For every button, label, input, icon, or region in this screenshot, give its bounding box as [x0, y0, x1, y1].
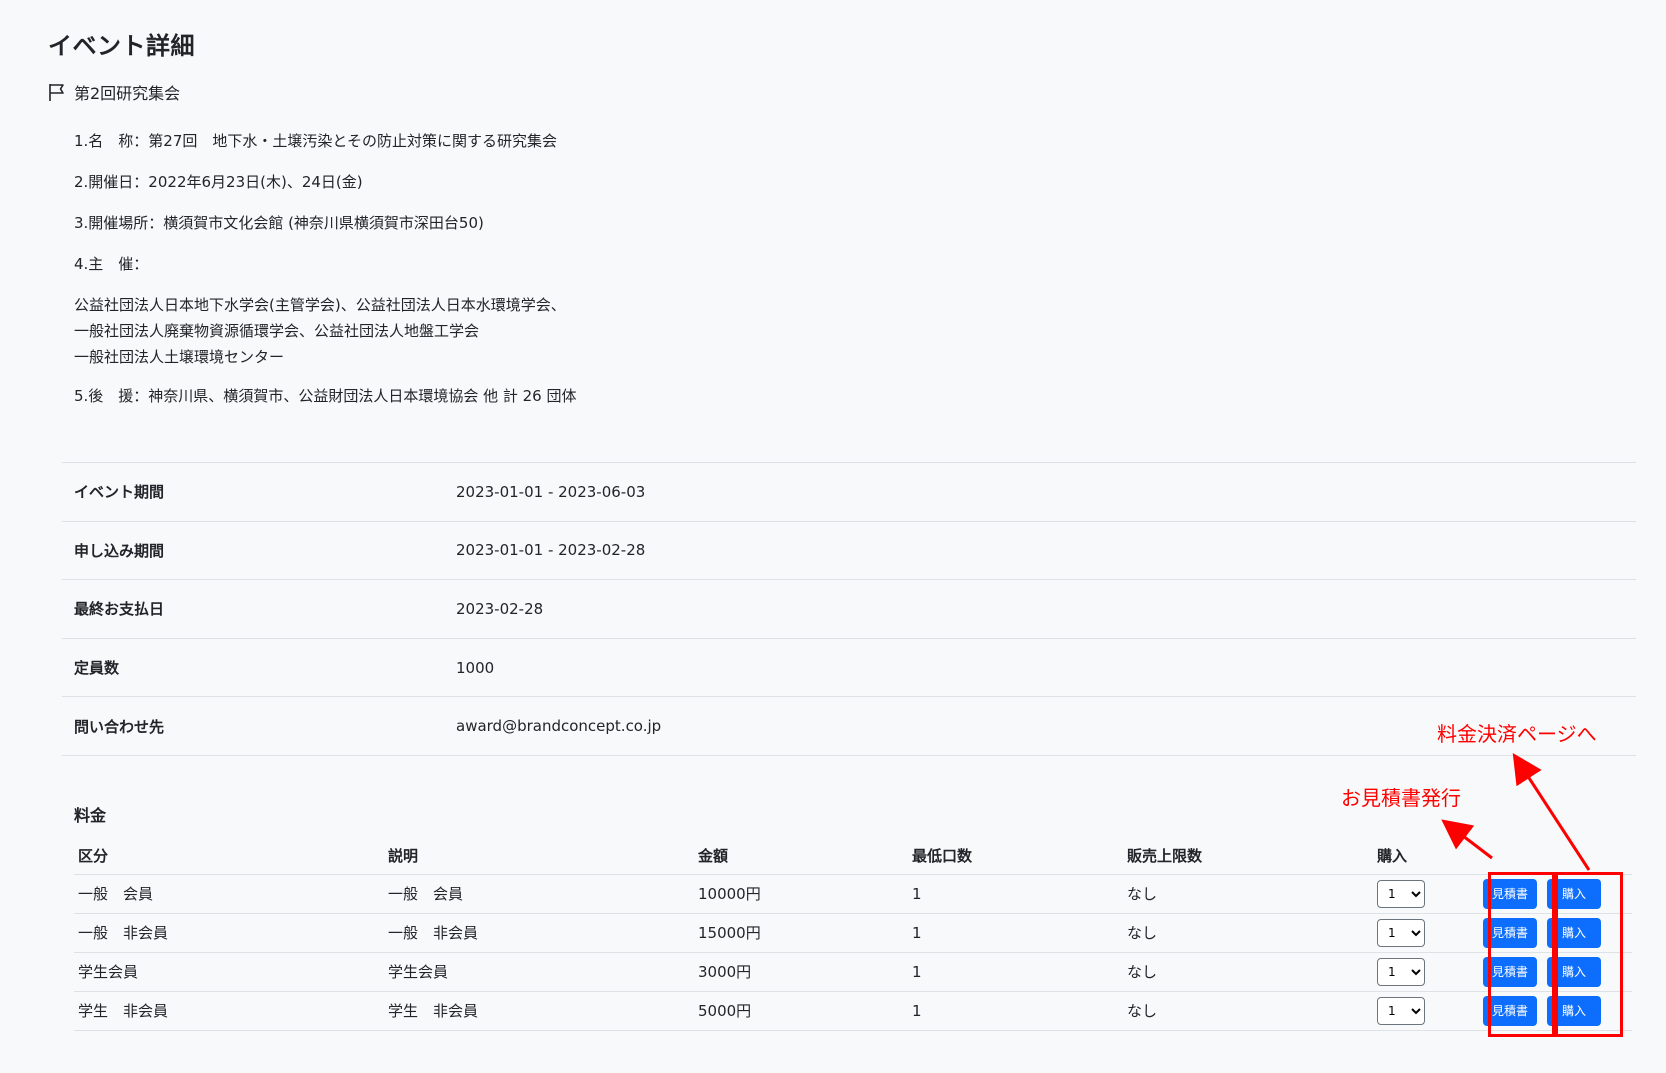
col-sales-limit: 販売上限数 — [1123, 838, 1373, 875]
info-row: イベント期間 2023-01-01 - 2023-06-03 — [62, 462, 1636, 522]
info-label: イベント期間 — [74, 483, 165, 502]
info-value: 2023-01-01 - 2023-02-28 — [456, 541, 646, 560]
desc-organizer-label: 4.主 催： — [74, 255, 149, 273]
fee-description: 学生会員 — [384, 952, 694, 992]
info-row: 定員数 1000 — [62, 638, 1636, 697]
fee-price: 15000円 — [694, 913, 908, 953]
flag-icon — [49, 84, 64, 101]
quantity-select[interactable]: 1 — [1377, 918, 1425, 947]
organizer-line: 一般社団法人廃棄物資源循環学会、公益社団法人地盤工学会 — [74, 322, 480, 340]
fee-category: 一般 会員 — [74, 874, 384, 914]
info-label: 問い合わせ先 — [74, 717, 165, 736]
col-min-units: 最低口数 — [908, 838, 1123, 875]
quantity-select[interactable]: 1 — [1377, 879, 1425, 908]
fee-category: 学生 非会員 — [74, 991, 384, 1031]
event-info-table: イベント期間 2023-01-01 - 2023-06-03 申し込み期間 20… — [62, 462, 1636, 756]
fee-min-units: 1 — [908, 991, 1123, 1031]
page-title: イベント詳細 — [48, 32, 195, 60]
qty-cell: 1 — [1373, 913, 1479, 953]
fee-section-title: 料金 — [74, 806, 107, 825]
info-value: 2023-02-28 — [456, 599, 544, 618]
info-label: 最終お支払日 — [74, 600, 165, 619]
col-description: 説明 — [384, 838, 694, 875]
fee-row: 学生 非会員 学生 非会員 5000円 1 なし 1 見積書 購入 — [74, 991, 1632, 1031]
info-label: 申し込み期間 — [74, 541, 165, 560]
desc-date: 2.開催日：2022年6月23日(木)、24日(金) — [74, 173, 363, 191]
col-quote-action — [1479, 838, 1543, 875]
organizer-line: 公益社団法人日本地下水学会(主管学会)、公益社団法人日本水環境学会、 — [74, 296, 566, 314]
fee-row: 一般 会員 一般 会員 10000円 1 なし 1 見積書 購入 — [74, 874, 1632, 914]
event-name: 第2回研究集会 — [48, 80, 180, 104]
info-row: 最終お支払日 2023-02-28 — [62, 579, 1636, 639]
fee-sales-limit: なし — [1123, 913, 1373, 953]
quote-highlight-box — [1488, 872, 1555, 1037]
fee-min-units: 1 — [908, 913, 1123, 953]
fee-price: 5000円 — [694, 991, 908, 1031]
fee-category: 一般 非会員 — [74, 913, 384, 953]
info-row: 申し込み期間 2023-01-01 - 2023-02-28 — [62, 521, 1636, 580]
fee-sales-limit: なし — [1123, 874, 1373, 914]
info-value: 2023-01-01 - 2023-06-03 — [456, 482, 646, 501]
event-name-label: 第2回研究集会 — [74, 84, 181, 103]
fee-sales-limit: なし — [1123, 991, 1373, 1031]
fee-price: 3000円 — [694, 952, 908, 992]
col-price: 金額 — [694, 838, 908, 875]
organizer-line: 一般社団法人土壌環境センター — [74, 348, 285, 366]
fee-min-units: 1 — [908, 952, 1123, 992]
desc-name: 1.名 称：第27回 地下水・土壌汚染とその防止対策に関する研究集会 — [74, 132, 557, 150]
col-category: 区分 — [74, 838, 384, 875]
desc-organizers: 公益社団法人日本地下水学会(主管学会)、公益社団法人日本水環境学会、 一般社団法… — [74, 292, 576, 370]
fee-sales-limit: なし — [1123, 952, 1373, 992]
fee-row: 学生会員 学生会員 3000円 1 なし 1 見積書 購入 — [74, 952, 1632, 992]
payment-annotation: 料金決済ページへ — [1437, 722, 1597, 746]
fee-price: 10000円 — [694, 874, 908, 914]
quote-annotation: お見積書発行 — [1341, 786, 1461, 810]
qty-cell: 1 — [1373, 991, 1479, 1031]
fee-category: 学生会員 — [74, 952, 384, 992]
info-row: 問い合わせ先 award@brandconcept.co.jp — [62, 696, 1636, 756]
desc-support: 5.後 援：神奈川県、横須賀市、公益財団法人日本環境協会 他 計 26 団体 — [74, 387, 577, 405]
col-purchase: 購入 — [1373, 838, 1479, 875]
quantity-select[interactable]: 1 — [1377, 957, 1425, 986]
qty-cell: 1 — [1373, 874, 1479, 914]
desc-venue: 3.開催場所：横須賀市文化会館 (神奈川県横須賀市深田台50) — [74, 214, 484, 232]
col-buy-action — [1543, 838, 1632, 875]
fee-description: 一般 会員 — [384, 874, 694, 914]
buy-highlight-box — [1555, 872, 1623, 1037]
info-value: 1000 — [456, 658, 495, 677]
fee-header-row: 区分 説明 金額 最低口数 販売上限数 購入 — [74, 838, 1632, 875]
fee-min-units: 1 — [908, 874, 1123, 914]
fee-description: 学生 非会員 — [384, 991, 694, 1031]
qty-cell: 1 — [1373, 952, 1479, 992]
event-description: 1.名 称：第27回 地下水・土壌汚染とその防止対策に関する研究集会 2.開催日… — [74, 128, 576, 424]
fee-description: 一般 非会員 — [384, 913, 694, 953]
quantity-select[interactable]: 1 — [1377, 996, 1425, 1025]
info-label: 定員数 — [74, 659, 120, 678]
fee-row: 一般 非会員 一般 非会員 15000円 1 なし 1 見積書 購入 — [74, 913, 1632, 953]
fee-table: 区分 説明 金額 最低口数 販売上限数 購入 一般 会員 一般 会員 10000… — [74, 838, 1632, 1031]
